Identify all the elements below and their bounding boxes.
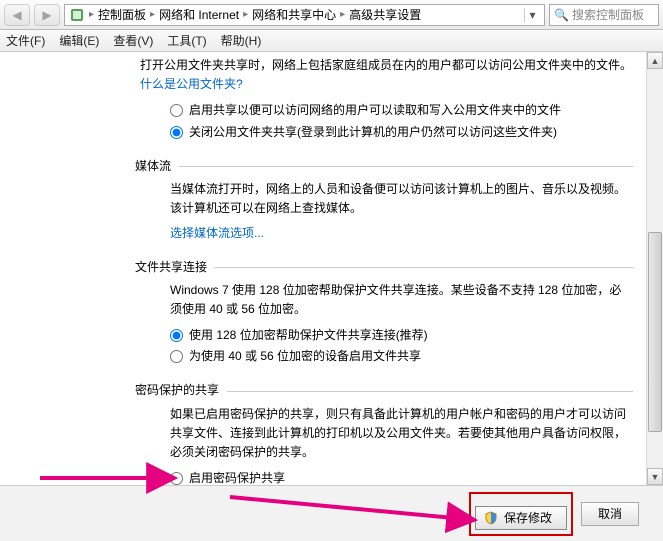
menu-view[interactable]: 查看(V) bbox=[113, 32, 153, 49]
search-icon: 🔍 bbox=[554, 8, 569, 22]
address-bar: ◀ ▶ ▸ 控制面板 ▸ 网络和 Internet ▸ 网络和共享中心 ▸ 高级… bbox=[0, 0, 663, 30]
shield-icon bbox=[484, 511, 498, 525]
public-sharing-off-radio[interactable] bbox=[170, 126, 183, 139]
breadcrumb-item[interactable]: 网络和 Internet bbox=[159, 6, 239, 23]
breadcrumb-sep: ▸ bbox=[150, 9, 155, 20]
public-sharing-on-label: 启用共享以便可以访问网络的用户可以读取和写入公用文件夹中的文件 bbox=[189, 101, 561, 120]
save-changes-button[interactable]: 保存修改 bbox=[475, 506, 567, 530]
password-sharing-on-row[interactable]: 启用密码保护共享 bbox=[140, 468, 633, 486]
breadcrumb-sep: ▸ bbox=[243, 9, 248, 20]
divider bbox=[227, 391, 633, 392]
save-changes-label: 保存修改 bbox=[504, 509, 552, 526]
scroll-down-button[interactable]: ▼ bbox=[647, 468, 663, 485]
password-sharing-on-label: 启用密码保护共享 bbox=[189, 469, 285, 486]
public-sharing-on-radio[interactable] bbox=[170, 104, 183, 117]
public-sharing-off-row[interactable]: 关闭公用文件夹共享(登录到此计算机的用户仍然可以访问这些文件夹) bbox=[140, 122, 633, 143]
encryption-128-label: 使用 128 位加密帮助保护文件共享连接(推荐) bbox=[189, 326, 428, 345]
public-sharing-off-label: 关闭公用文件夹共享(登录到此计算机的用户仍然可以访问这些文件夹) bbox=[189, 123, 557, 142]
menu-edit[interactable]: 编辑(E) bbox=[59, 32, 99, 49]
save-highlight-box: 保存修改 bbox=[469, 492, 573, 536]
content-area: 打开公用文件夹共享时，网络上包括家庭组成员在内的用户都可以访问公用文件夹中的文件… bbox=[0, 52, 663, 486]
encryption-128-radio[interactable] bbox=[170, 329, 183, 342]
divider bbox=[215, 267, 633, 268]
public-sharing-on-row[interactable]: 启用共享以便可以访问网络的用户可以读取和写入公用文件夹中的文件 bbox=[140, 100, 633, 121]
menu-file[interactable]: 文件(F) bbox=[6, 32, 45, 49]
search-input[interactable]: 🔍 搜索控制面板 bbox=[549, 4, 659, 26]
control-panel-icon bbox=[69, 7, 85, 23]
breadcrumb-dropdown[interactable]: ▾ bbox=[524, 8, 540, 22]
scroll-up-button[interactable]: ▲ bbox=[647, 52, 663, 69]
encryption-128-row[interactable]: 使用 128 位加密帮助保护文件共享连接(推荐) bbox=[140, 325, 633, 346]
breadcrumb-item[interactable]: 高级共享设置 bbox=[349, 6, 421, 23]
password-sharing-on-radio[interactable] bbox=[170, 472, 183, 485]
encryption-desc: Windows 7 使用 128 位加密帮助保护文件共享连接。某些设备不支持 1… bbox=[170, 281, 633, 319]
search-placeholder: 搜索控制面板 bbox=[572, 6, 644, 23]
encryption-40-label: 为使用 40 或 56 位加密的设备启用文件共享 bbox=[189, 347, 421, 366]
breadcrumb[interactable]: ▸ 控制面板 ▸ 网络和 Internet ▸ 网络和共享中心 ▸ 高级共享设置… bbox=[64, 4, 545, 26]
nav-back-button[interactable]: ◀ bbox=[4, 4, 30, 26]
menu-tools[interactable]: 工具(T) bbox=[167, 32, 206, 49]
breadcrumb-item[interactable]: 控制面板 bbox=[98, 6, 146, 23]
media-stream-options-link[interactable]: 选择媒体流选项... bbox=[170, 226, 264, 240]
password-protected-sharing-title: 密码保护的共享 bbox=[135, 381, 219, 400]
encryption-40-row[interactable]: 为使用 40 或 56 位加密的设备启用文件共享 bbox=[140, 346, 633, 367]
nav-forward-button[interactable]: ▶ bbox=[34, 4, 60, 26]
cancel-button[interactable]: 取消 bbox=[581, 502, 639, 526]
media-stream-title: 媒体流 bbox=[135, 157, 171, 176]
scrollbar[interactable]: ▲ ▼ bbox=[646, 52, 663, 485]
scroll-thumb[interactable] bbox=[648, 232, 662, 432]
encryption-40-radio[interactable] bbox=[170, 350, 183, 363]
menu-help[interactable]: 帮助(H) bbox=[221, 32, 262, 49]
divider bbox=[179, 166, 633, 167]
chevron-right-icon: ▶ bbox=[42, 8, 51, 22]
media-stream-desc: 当媒体流打开时，网络上的人员和设备便可以访问该计算机上的图片、音乐以及视频。该计… bbox=[170, 180, 633, 218]
footer: 保存修改 取消 bbox=[0, 486, 663, 541]
chevron-left-icon: ◀ bbox=[12, 8, 21, 22]
breadcrumb-item[interactable]: 网络和共享中心 bbox=[252, 6, 336, 23]
public-folder-intro: 打开公用文件夹共享时，网络上包括家庭组成员在内的用户都可以访问公用文件夹中的文件… bbox=[140, 58, 632, 72]
what-is-public-folder-link[interactable]: 什么是公用文件夹? bbox=[140, 77, 243, 91]
breadcrumb-sep: ▸ bbox=[89, 9, 94, 20]
file-sharing-connections-title: 文件共享连接 bbox=[135, 258, 207, 277]
menu-bar: 文件(F) 编辑(E) 查看(V) 工具(T) 帮助(H) bbox=[0, 30, 663, 52]
password-sharing-desc: 如果已启用密码保护的共享，则只有具备此计算机的用户帐户和密码的用户才可以访问共享… bbox=[170, 405, 633, 463]
breadcrumb-sep: ▸ bbox=[340, 9, 345, 20]
cancel-label: 取消 bbox=[598, 507, 622, 521]
